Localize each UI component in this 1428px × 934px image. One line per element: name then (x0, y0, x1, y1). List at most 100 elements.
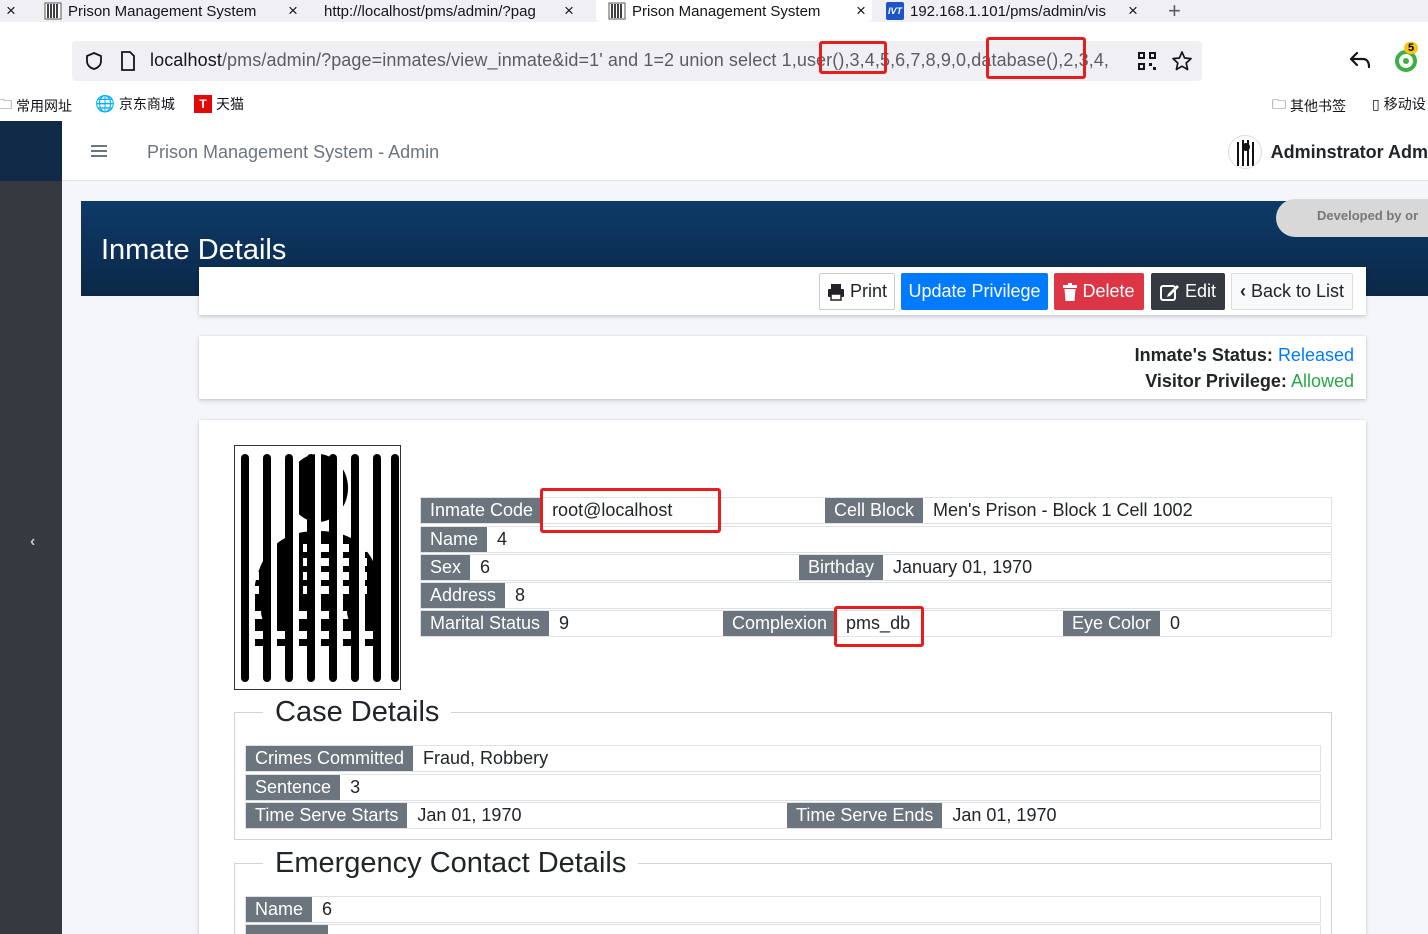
name-label: Name (421, 527, 488, 552)
bookmark-other[interactable]: 🗀 其他书签 (1272, 94, 1346, 118)
cell-block-label: Cell Block (825, 498, 924, 523)
serve-time-row: Time Serve Starts Jan 01, 1970 Time Serv… (245, 802, 1321, 829)
qr-code-icon[interactable] (1137, 51, 1157, 71)
bookmarks-bar: 🗀 常用网址 🌐 京东商城 T 天猫 🗀 其他书签 ▯ 移动设 (0, 88, 1428, 120)
top-navbar: Prison Management System - Admin Adminst… (62, 121, 1428, 181)
app-title: Prison Management System - Admin (147, 142, 440, 162)
emergency-name-value: 6 (322, 899, 333, 919)
inmate-status: Inmate's Status: Released (1134, 345, 1354, 365)
bookmark-tmall[interactable]: T 天猫 (194, 94, 244, 114)
plus-icon[interactable]: + (1168, 0, 1181, 22)
inmate-photo (234, 445, 401, 690)
shield-icon[interactable] (84, 51, 104, 71)
user-menu[interactable]: Adminstrator Adm (1227, 135, 1428, 169)
close-icon[interactable]: × (0, 1, 22, 21)
tab-title: http://localhost/pms/admin/?pag (324, 2, 536, 20)
bookmark-jd[interactable]: 🌐 京东商城 (95, 94, 175, 114)
close-icon[interactable]: × (1122, 1, 1144, 21)
update-privilege-button[interactable]: Update Privilege (901, 273, 1048, 310)
url-bar[interactable]: localhost/pms/admin/?page=inmates/view_i… (72, 37, 1202, 81)
browser-tab-strip: × Prison Management System × http://loca… (0, 0, 1428, 22)
page-icon (121, 51, 135, 71)
serve-end-label: Time Serve Ends (787, 803, 943, 828)
back-to-list-button[interactable]: ‹ Back to List (1231, 273, 1353, 310)
delete-button[interactable]: Delete (1054, 273, 1144, 310)
folder-icon: 🗀 (1272, 96, 1286, 112)
emergency-relation-row-partial (245, 924, 1321, 934)
user-name: Adminstrator Adm (1270, 141, 1428, 162)
tab-title: 192.168.1.101/pms/admin/vis (910, 2, 1106, 20)
tmall-icon: T (194, 95, 212, 113)
undo-icon[interactable] (1348, 50, 1372, 70)
sentence-label: Sentence (246, 775, 341, 800)
emergency-name-row: Name 6 (245, 896, 1321, 923)
tab-3-active[interactable]: Prison Management System × (596, 0, 872, 22)
mobile-icon: ▯ (1372, 95, 1380, 112)
prison-icon (44, 2, 62, 20)
bookmark-folder[interactable]: 🗀 常用网址 (0, 94, 72, 118)
crimes-value: Fraud, Robbery (423, 748, 549, 768)
close-icon[interactable]: × (282, 1, 304, 21)
tab-1[interactable]: Prison Management System × (44, 0, 304, 22)
globe-icon: 🌐 (95, 96, 115, 113)
serve-start-value: Jan 01, 1970 (417, 805, 522, 825)
extension-button[interactable]: 5 (1394, 42, 1419, 72)
sentence-value: 3 (350, 777, 361, 797)
avatar (1227, 135, 1262, 169)
highlight-complexion (834, 606, 924, 647)
emergency-contact-legend: Emergency Contact Details (263, 847, 639, 880)
address-label: Address (421, 583, 506, 608)
highlight-database-injection (986, 37, 1086, 79)
trash-icon (1063, 282, 1078, 301)
url-text[interactable]: localhost/pms/admin/?page=inmates/view_i… (150, 50, 1109, 71)
marital-status-value: 9 (559, 613, 570, 633)
crimes-row: Crimes Committed Fraud, Robbery (245, 745, 1321, 772)
sex-row: Sex 6 Birthday January 01, 1970 (420, 554, 1332, 581)
prison-icon (608, 2, 626, 20)
sex-label: Sex (421, 555, 471, 580)
chevron-left-icon: ‹ (1239, 281, 1246, 301)
highlight-inmate-code (540, 488, 721, 533)
bookmark-mobile[interactable]: ▯ 移动设 (1372, 94, 1426, 114)
address-value: 8 (515, 585, 526, 605)
inmate-status-value: Released (1277, 345, 1354, 365)
close-icon[interactable]: × (850, 1, 872, 21)
close-icon[interactable]: × (558, 1, 580, 21)
visitor-privilege-value: Allowed (1290, 371, 1354, 391)
bookmark-star-icon[interactable] (1171, 50, 1193, 72)
new-tab-button[interactable]: + (1168, 0, 1192, 22)
highlight-user-injection (819, 41, 887, 74)
serve-start-label: Time Serve Starts (246, 803, 408, 828)
page-title: Inmate Details (101, 234, 287, 266)
tab-4[interactable]: IVT 192.168.1.101/pms/admin/vis × (886, 0, 1144, 22)
eye-color-value: 0 (1170, 613, 1181, 633)
ivt-icon: IVT (886, 2, 904, 20)
visitor-privilege: Visitor Privilege: Allowed (1145, 371, 1354, 391)
edit-icon (1159, 283, 1180, 301)
complexion-label: Complexion (723, 611, 837, 636)
sex-value: 6 (480, 557, 491, 577)
sentence-row: Sentence 3 (245, 774, 1321, 801)
birthday-value: January 01, 1970 (893, 557, 1033, 577)
status-card: Inmate's Status: Released Visitor Privil… (199, 336, 1366, 399)
edit-button[interactable]: Edit (1151, 273, 1225, 310)
address-row: Address 8 (420, 582, 1332, 609)
developed-by-badge: Developed by or (1276, 199, 1428, 237)
emergency-name-label: Name (246, 897, 313, 922)
tab-title: Prison Management System (68, 2, 257, 20)
cell-block-value: Men's Prison - Block 1 Cell 1002 (933, 500, 1193, 520)
tab-title: Prison Management System (632, 2, 821, 20)
serve-end-value: Jan 01, 1970 (952, 805, 1057, 825)
tab-close-previous[interactable]: × (0, 0, 22, 22)
sidebar-brand (0, 121, 62, 181)
eye-color-label: Eye Color (1063, 611, 1161, 636)
chevron-left-icon[interactable]: ‹ (30, 533, 35, 551)
tab-2[interactable]: http://localhost/pms/admin/?pag × (324, 0, 580, 22)
hamburger-menu-icon[interactable] (91, 145, 107, 157)
print-button[interactable]: Print (819, 273, 895, 310)
sidebar: ‹ (0, 121, 62, 934)
extension-badge: 5 (1404, 42, 1419, 54)
case-details-legend: Case Details (263, 696, 452, 729)
marital-status-label: Marital Status (421, 611, 550, 636)
inmate-code-label: Inmate Code (421, 498, 543, 523)
